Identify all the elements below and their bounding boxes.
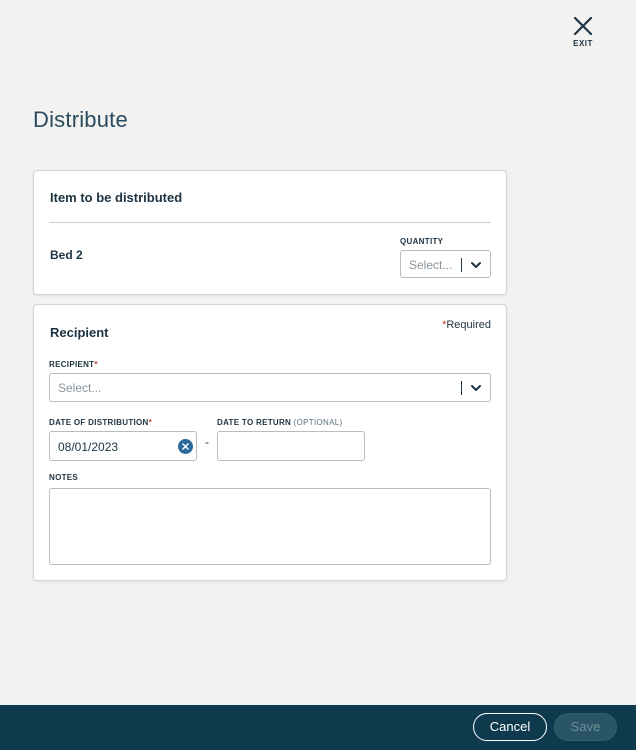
item-card-title: Item to be distributed <box>50 190 183 205</box>
close-icon <box>573 16 593 36</box>
recipient-label: RECIPIENT* <box>49 360 98 369</box>
recipient-select-placeholder: Select... <box>58 381 102 395</box>
item-card: Item to be distributed Bed 2 QUANTITY Se… <box>33 170 507 295</box>
date-of-distribution-value: 08/01/2023 <box>58 440 119 454</box>
date-to-return-label-text: DATE TO RETURN <box>217 418 292 427</box>
chevron-down-icon <box>471 262 481 268</box>
notes-textarea[interactable] <box>49 488 491 565</box>
footer-bar: Cancel Save <box>0 705 636 750</box>
date-of-distribution-input[interactable]: 08/01/2023 <box>49 431 197 461</box>
date-of-distribution-label-text: DATE OF DISTRIBUTION <box>49 418 149 427</box>
date-to-return-input[interactable] <box>217 431 365 461</box>
required-note-text: Required <box>446 319 491 331</box>
select-separator <box>461 258 462 272</box>
optional-tag: (OPTIONAL) <box>293 418 343 427</box>
date-range-separator: - <box>205 435 209 449</box>
clear-icon <box>182 443 189 450</box>
quantity-select[interactable]: Select... <box>400 250 491 278</box>
date-to-return-label: DATE TO RETURN (OPTIONAL) <box>217 418 342 427</box>
date-of-distribution-label: DATE OF DISTRIBUTION* <box>49 418 152 427</box>
quantity-select-placeholder: Select... <box>409 258 453 272</box>
required-star: * <box>94 360 98 369</box>
required-note: *Required <box>442 319 491 331</box>
recipient-card: Recipient *Required RECIPIENT* Select...… <box>33 304 507 581</box>
recipient-card-title: Recipient <box>50 325 109 340</box>
exit-label: EXIT <box>573 39 593 48</box>
exit-button[interactable]: EXIT <box>566 16 600 52</box>
cancel-button[interactable]: Cancel <box>473 713 547 741</box>
divider <box>49 222 491 223</box>
save-button[interactable]: Save <box>554 713 617 741</box>
item-name: Bed 2 <box>50 248 83 262</box>
page-title: Distribute <box>33 107 128 132</box>
required-star: * <box>148 418 153 427</box>
notes-label: NOTES <box>49 473 79 482</box>
recipient-label-text: RECIPIENT <box>49 360 95 369</box>
chevron-down-icon <box>471 385 481 391</box>
select-separator <box>461 381 462 395</box>
recipient-select[interactable]: Select... <box>49 373 491 402</box>
quantity-label: QUANTITY <box>400 237 444 246</box>
clear-date-button[interactable] <box>178 439 193 454</box>
